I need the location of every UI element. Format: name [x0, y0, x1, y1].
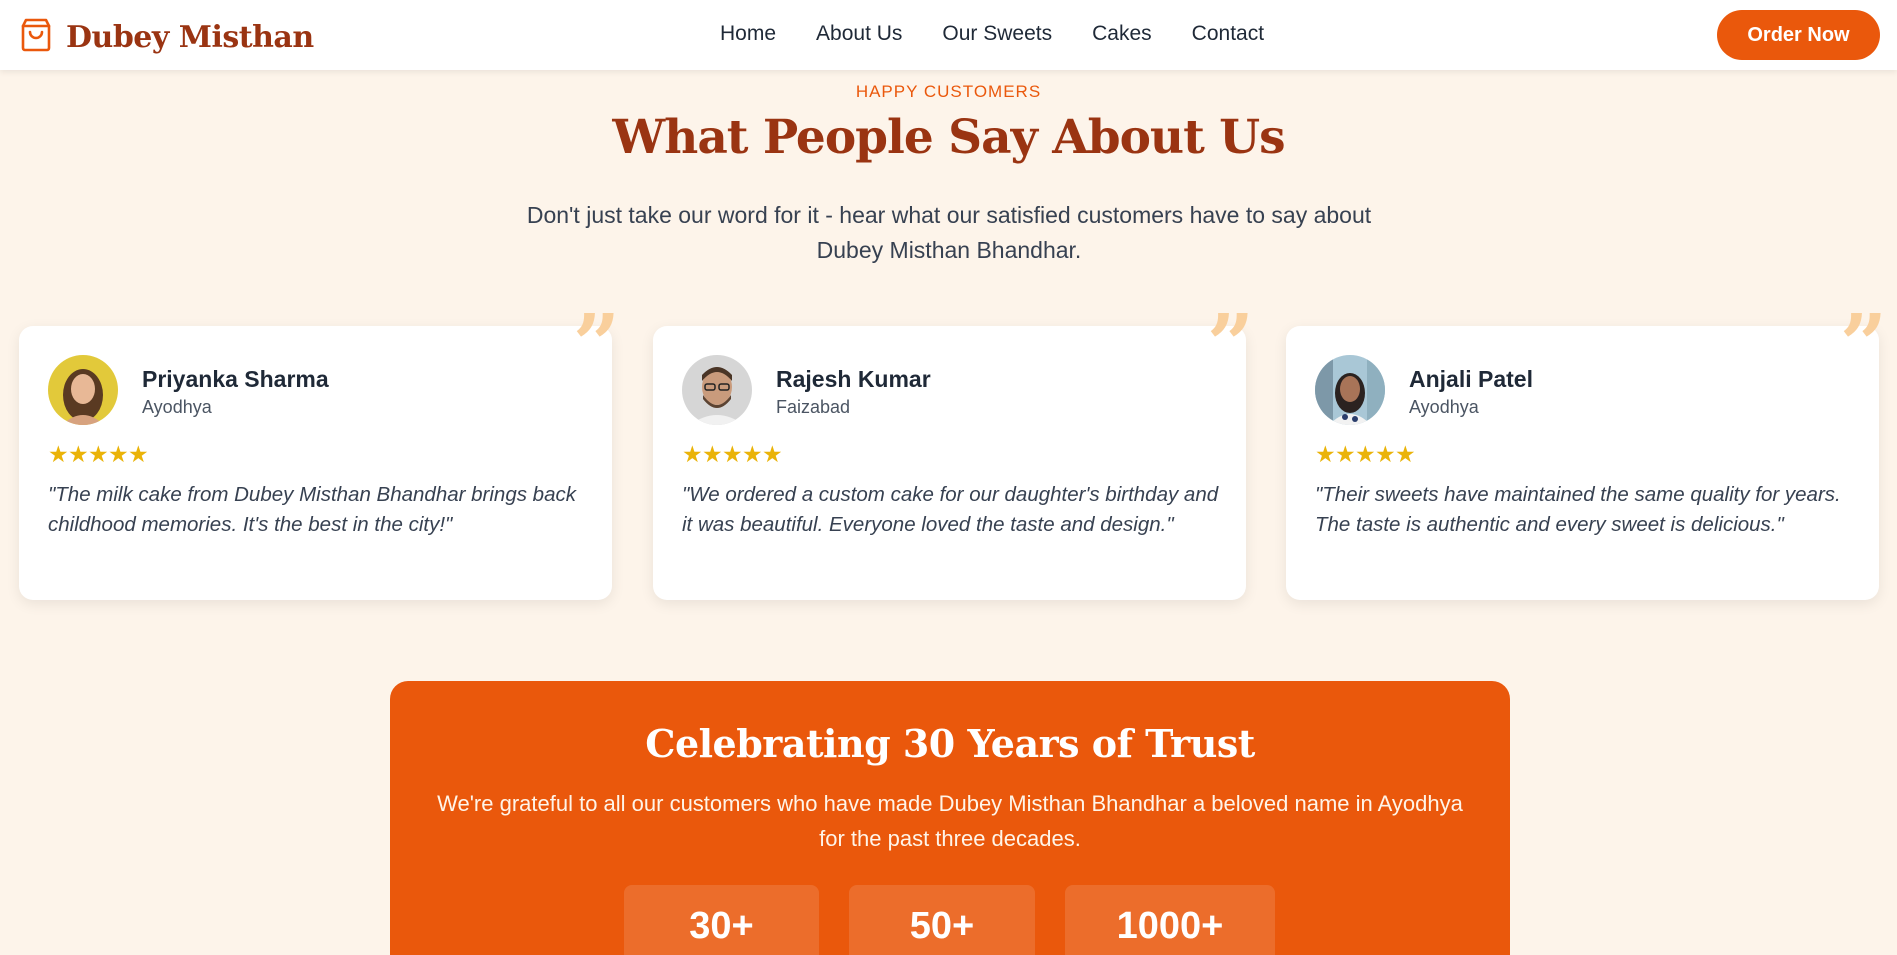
- star-icon: ★: [48, 441, 69, 467]
- star-icon: ★: [682, 441, 703, 467]
- star-icon: ★: [1375, 441, 1396, 467]
- nav-about-us[interactable]: About Us: [816, 22, 902, 46]
- testimonial-text: "The milk cake from Dubey Misthan Bhandh…: [48, 483, 576, 536]
- customer-city: Ayodhya: [142, 397, 212, 417]
- nav-our-sweets[interactable]: Our Sweets: [942, 22, 1052, 46]
- stat-value: 30+: [689, 905, 754, 947]
- section-title: What People Say About Us: [612, 110, 1285, 165]
- testimonial-card: ” Rajesh Kumar Faizabad ★ ★ ★ ★ ★ "We ordere…: [653, 304, 1254, 600]
- quote-icon: ”: [1206, 297, 1254, 393]
- star-icon: ★: [108, 441, 129, 467]
- star-icon: ★: [88, 441, 109, 467]
- testimonial-card: ” Priyanka Sharma Ayodhya ★ ★ ★ ★ ★ "The mil…: [19, 304, 620, 600]
- customer-name: Anjali Patel: [1409, 366, 1533, 392]
- star-icon: ★: [1315, 441, 1336, 467]
- trust-title: Celebrating 30 Years of Trust: [645, 721, 1255, 766]
- section-subtitle: Don't just take our word for it - hear w…: [526, 202, 1372, 263]
- quote-icon: ”: [572, 297, 620, 393]
- testimonial-text: "Their sweets have maintained the same q…: [1315, 483, 1841, 536]
- stat-value: 50+: [909, 905, 975, 947]
- section-eyebrow: HAPPY CUSTOMERS: [855, 82, 1042, 101]
- quote-icon: ”: [1839, 297, 1887, 393]
- shopping-bag-icon: [20, 17, 52, 58]
- star-icon: ★: [722, 441, 743, 467]
- avatar: [48, 355, 118, 425]
- star-icon: ★: [1395, 441, 1416, 467]
- star-icon: ★: [68, 441, 89, 467]
- stat-card: 50+: [849, 885, 1035, 955]
- customer-name: Priyanka Sharma: [142, 366, 329, 392]
- site-header: Dubey Misthan Home About Us Our Sweets C…: [0, 0, 1897, 70]
- star-icon: ★: [762, 441, 783, 467]
- star-icon: ★: [742, 441, 763, 467]
- customer-name: Rajesh Kumar: [776, 366, 931, 392]
- trust-subtitle: We're grateful to all our customers who …: [437, 791, 1463, 851]
- star-icon: ★: [1355, 441, 1376, 467]
- star-icon: ★: [128, 441, 149, 467]
- rating-stars: ★ ★ ★ ★ ★: [682, 441, 783, 467]
- trust-banner: Celebrating 30 Years of Trust We're grat…: [390, 681, 1510, 955]
- star-icon: ★: [1335, 441, 1356, 467]
- customer-city: Faizabad: [776, 397, 851, 417]
- testimonial-text: "We ordered a custom cake for our daught…: [682, 483, 1219, 536]
- rating-stars: ★ ★ ★ ★ ★: [48, 441, 149, 467]
- brand-logo[interactable]: Dubey Misthan: [20, 17, 314, 58]
- customer-city: Ayodhya: [1409, 397, 1479, 417]
- main-nav: Home About Us Our Sweets Cakes Contact: [720, 22, 1304, 46]
- brand-name: Dubey Misthan: [66, 20, 314, 55]
- stat-value: 1000+: [1116, 905, 1224, 947]
- stat-card: 30+: [624, 885, 819, 955]
- stat-card: 1000+: [1065, 885, 1275, 955]
- avatar: [682, 355, 752, 425]
- nav-cakes[interactable]: Cakes: [1092, 22, 1152, 46]
- nav-home[interactable]: Home: [720, 22, 776, 46]
- avatar: [1315, 355, 1385, 425]
- testimonial-card: ” Anjali Patel Ayodhya ★ ★ ★ ★ ★ "Their swee…: [1286, 304, 1887, 600]
- star-icon: ★: [702, 441, 723, 467]
- rating-stars: ★ ★ ★ ★ ★: [1315, 441, 1416, 467]
- order-now-button[interactable]: Order Now: [1717, 10, 1880, 60]
- nav-contact[interactable]: Contact: [1192, 22, 1264, 46]
